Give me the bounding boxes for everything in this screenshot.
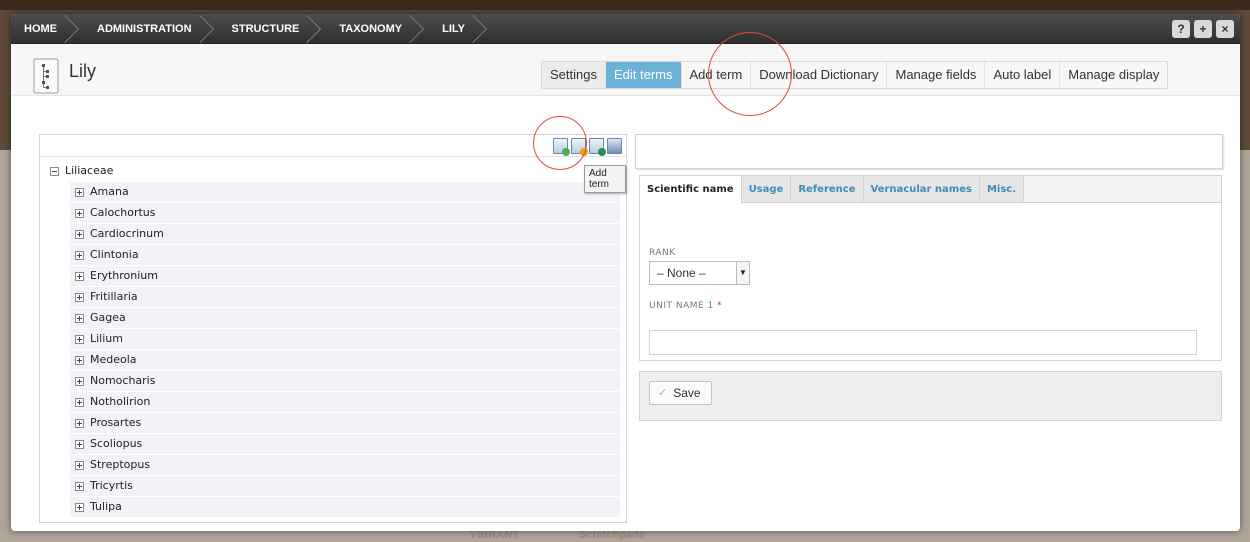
tree-node[interactable]: Notholirion	[70, 392, 620, 412]
taxonomy-tree-icon	[33, 58, 59, 94]
annotation-circle-add-term-icon	[533, 116, 587, 170]
annotation-circle-add-term-tab	[708, 32, 792, 116]
tree-root-node[interactable]: Liliaceae	[46, 161, 620, 181]
expand-icon[interactable]	[75, 250, 84, 260]
tree-node[interactable]: Clintonia	[70, 245, 620, 265]
site-top-bar	[0, 0, 1250, 10]
tree-node[interactable]: Cardiocrinum	[70, 224, 620, 244]
tree-node[interactable]: Medeola	[70, 350, 620, 370]
expand-icon[interactable]	[75, 502, 84, 512]
tab-manage-fields[interactable]: Manage fields	[887, 62, 986, 88]
tab-usage[interactable]: Usage	[742, 176, 792, 203]
expand-icon[interactable]	[75, 355, 84, 365]
tree-node[interactable]: Calochortus	[70, 203, 620, 223]
term-tree: Liliaceae Amana Calochortus Cardiocrinum…	[46, 161, 620, 518]
tree-node-label[interactable]: Gagea	[90, 308, 126, 328]
tab-reference[interactable]: Reference	[791, 176, 864, 203]
expand-icon[interactable]	[75, 271, 84, 281]
breadcrumb-administration[interactable]: ADMINISTRATION	[79, 14, 214, 44]
term-edit-form: Scientific name Usage Reference Vernacul…	[639, 175, 1222, 361]
tree-node[interactable]: Nomocharis	[70, 371, 620, 391]
tree-node-label[interactable]: Streptopus	[90, 455, 150, 475]
tree-node-label[interactable]: Liliaceae	[65, 161, 113, 181]
move-term-icon[interactable]	[589, 138, 606, 156]
expand-icon[interactable]	[75, 439, 84, 449]
tab-edit-terms[interactable]: Edit terms	[605, 62, 682, 88]
form-actions: ✓ Save	[639, 371, 1222, 421]
print-icon[interactable]	[607, 138, 622, 154]
required-marker: *	[717, 301, 723, 311]
toolbar-buttons: ? + ×	[1172, 20, 1234, 38]
rank-selected-value: – None –	[657, 266, 706, 280]
tree-node[interactable]: Fritillaria	[70, 287, 620, 307]
expand-icon[interactable]	[75, 187, 84, 197]
expand-icon[interactable]	[75, 292, 84, 302]
collapse-icon[interactable]	[50, 166, 59, 176]
tree-node-label[interactable]: Prosartes	[90, 413, 141, 433]
chevron-down-icon: ▼	[736, 262, 749, 284]
tab-settings[interactable]: Settings	[542, 62, 606, 88]
check-icon: ✓	[658, 387, 668, 399]
breadcrumb-taxonomy[interactable]: TAXONOMY	[321, 14, 424, 44]
overlay-toolbar: HOME ADMINISTRATION STRUCTURE TAXONOMY L…	[11, 14, 1240, 44]
tab-scientific-name[interactable]: Scientific name	[640, 176, 742, 204]
expand-icon[interactable]	[75, 208, 84, 218]
tree-node[interactable]: Lilium	[70, 329, 620, 349]
save-button[interactable]: ✓ Save	[649, 381, 712, 405]
tab-manage-display[interactable]: Manage display	[1060, 62, 1168, 88]
form-tabs: Scientific name Usage Reference Vernacul…	[640, 176, 1024, 204]
expand-icon[interactable]	[75, 334, 84, 344]
tree-node-label[interactable]: Clintonia	[90, 245, 139, 265]
tree-node-label[interactable]: Tulipa	[90, 497, 122, 517]
admin-overlay: HOME ADMINISTRATION STRUCTURE TAXONOMY L…	[11, 14, 1240, 531]
page-title: Lily	[69, 61, 97, 81]
tree-node-label[interactable]: Erythronium	[90, 266, 158, 286]
tree-node[interactable]: Tricyrtis	[70, 476, 620, 496]
add-shortcut-button[interactable]: +	[1194, 20, 1212, 38]
expand-icon[interactable]	[75, 460, 84, 470]
help-button[interactable]: ?	[1172, 20, 1190, 38]
unit-name-label-text: UNIT NAME 1	[649, 301, 714, 311]
tree-node[interactable]: Prosartes	[70, 413, 620, 433]
breadcrumb-lily[interactable]: LILY	[424, 14, 487, 44]
save-button-label: Save	[673, 386, 701, 400]
tree-node-label[interactable]: Fritillaria	[90, 287, 138, 307]
tree-node[interactable]: Tulipa	[70, 497, 620, 517]
unit-name-input[interactable]	[649, 330, 1197, 355]
tab-vernacular-names[interactable]: Vernacular names	[864, 176, 980, 203]
tree-node[interactable]: Scoliopus	[70, 434, 620, 454]
tree-node-label[interactable]: Medeola	[90, 350, 137, 370]
tab-bar: Settings Edit terms Add term Download Di…	[541, 61, 1169, 89]
breadcrumb-home[interactable]: HOME	[11, 14, 79, 44]
expand-icon[interactable]	[75, 397, 84, 407]
rank-label: RANK	[649, 248, 676, 258]
expand-icon[interactable]	[75, 229, 84, 239]
add-term-tooltip: Add term	[584, 165, 626, 193]
rank-select[interactable]: – None – ▼	[649, 261, 750, 285]
tree-node-label[interactable]: Cardiocrinum	[90, 224, 164, 244]
tree-node[interactable]: Erythronium	[70, 266, 620, 286]
tree-node-label[interactable]: Calochortus	[90, 203, 156, 223]
tree-node-label[interactable]: Notholirion	[90, 392, 150, 412]
tree-node-label[interactable]: Tricyrtis	[90, 476, 133, 496]
tree-node[interactable]: Gagea	[70, 308, 620, 328]
close-overlay-button[interactable]: ×	[1216, 20, 1234, 38]
unit-name-label: UNIT NAME 1 *	[649, 301, 722, 311]
tab-auto-label[interactable]: Auto label	[985, 62, 1061, 88]
tree-node-label[interactable]: Lilium	[90, 329, 123, 349]
tree-node-label[interactable]: Amana	[90, 182, 129, 202]
term-info-header	[635, 134, 1223, 169]
expand-icon[interactable]	[75, 418, 84, 428]
tree-node[interactable]: Streptopus	[70, 455, 620, 475]
tree-node[interactable]: Amana	[70, 182, 620, 202]
breadcrumb: HOME ADMINISTRATION STRUCTURE TAXONOMY L…	[11, 14, 487, 44]
expand-icon[interactable]	[75, 376, 84, 386]
tab-misc[interactable]: Misc.	[980, 176, 1024, 203]
expand-icon[interactable]	[75, 481, 84, 491]
tree-node-label[interactable]: Scoliopus	[90, 434, 142, 454]
breadcrumb-structure[interactable]: STRUCTURE	[214, 14, 322, 44]
term-tree-panel: Add term Liliaceae Amana Calochortus Car…	[39, 134, 627, 523]
expand-icon[interactable]	[75, 313, 84, 323]
tree-node-label[interactable]: Nomocharis	[90, 371, 155, 391]
